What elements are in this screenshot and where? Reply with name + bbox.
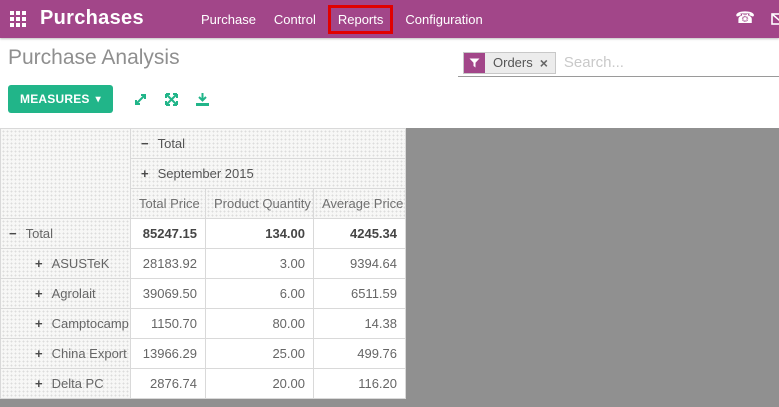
page-title: Purchase Analysis [8, 46, 180, 70]
row-label: Total [26, 226, 53, 241]
main-menu: Purchase Control Reports Configuration [192, 0, 492, 38]
cell-average-price: 4245.34 [314, 219, 406, 249]
row-label: Delta PC [52, 376, 104, 391]
facet-label: Orders [485, 53, 539, 73]
menu-item-configuration[interactable]: Configuration [396, 7, 491, 32]
expand-icon: + [35, 286, 43, 301]
measure-header-average-price[interactable]: Average Price [314, 189, 406, 219]
col-group-total-label: Total [158, 136, 185, 151]
cell-product-quantity: 6.00 [206, 279, 314, 309]
expand-all-icon[interactable] [156, 88, 187, 111]
col-group-row-total: −Total [1, 129, 406, 159]
cell-average-price: 499.76 [314, 339, 406, 369]
row-label: ASUSTeK [52, 256, 110, 271]
collapse-icon: − [9, 226, 17, 241]
flip-axis-icon[interactable] [125, 88, 156, 111]
expand-icon: + [141, 166, 149, 181]
expand-icon: + [35, 346, 43, 361]
table-row-china-export: + China Export 13966.29 25.00 499.76 [1, 339, 406, 369]
table-row-asustek: + ASUSTeK 28183.92 3.00 9394.64 [1, 249, 406, 279]
col-group-september-2015[interactable]: + September 2015 [131, 159, 406, 189]
measures-button[interactable]: MEASURES ▾ [8, 85, 113, 113]
expand-icon: + [35, 376, 43, 391]
row-header-camptocamp[interactable]: + Camptocamp [1, 309, 131, 339]
cell-total-price: 39069.50 [131, 279, 206, 309]
measure-header-product-quantity[interactable]: Product Quantity [206, 189, 314, 219]
app-title: Purchases [40, 7, 144, 30]
cell-average-price: 9394.64 [314, 249, 406, 279]
cell-total-price: 1150.70 [131, 309, 206, 339]
chevron-down-icon: ▾ [96, 94, 101, 105]
cell-product-quantity: 134.00 [206, 219, 314, 249]
apps-menu-icon[interactable] [10, 11, 27, 28]
expand-icon: + [35, 256, 43, 271]
cell-total-price: 13966.29 [131, 339, 206, 369]
cell-average-price: 6511.59 [314, 279, 406, 309]
cell-total-price: 2876.74 [131, 369, 206, 399]
pivot-corner-cell [1, 129, 131, 219]
measure-header-total-price[interactable]: Total Price [131, 189, 206, 219]
row-label: Camptocamp [52, 316, 129, 331]
messages-icon[interactable] [771, 13, 779, 25]
cell-product-quantity: 3.00 [206, 249, 314, 279]
facet-remove-icon[interactable]: × [539, 53, 555, 73]
search-input[interactable] [556, 54, 779, 71]
cell-average-price: 14.38 [314, 309, 406, 339]
cell-product-quantity: 20.00 [206, 369, 314, 399]
table-row-total: −Total 85247.15 134.00 4245.34 [1, 219, 406, 249]
cell-product-quantity: 25.00 [206, 339, 314, 369]
systray: ☎ [735, 0, 779, 38]
cell-product-quantity: 80.00 [206, 309, 314, 339]
menu-item-purchase[interactable]: Purchase [192, 7, 265, 32]
search-view: Orders × [458, 49, 779, 77]
filter-funnel-icon [464, 53, 485, 73]
row-header-agrolait[interactable]: + Agrolait [1, 279, 131, 309]
table-row-agrolait: + Agrolait 39069.50 6.00 6511.59 [1, 279, 406, 309]
row-label: China Export [52, 346, 127, 361]
row-header-asustek[interactable]: + ASUSTeK [1, 249, 131, 279]
cell-total-price: 85247.15 [131, 219, 206, 249]
row-header-delta-pc[interactable]: + Delta PC [1, 369, 131, 399]
measures-button-label: MEASURES [20, 92, 90, 106]
menu-item-reports[interactable]: Reports [328, 5, 394, 34]
pivot-toolbar: MEASURES ▾ [8, 85, 218, 113]
table-row-delta-pc: + Delta PC 2876.74 20.00 116.20 [1, 369, 406, 399]
row-label: Agrolait [52, 286, 96, 301]
odoo-window: Purchases Purchase Control Reports Confi… [0, 0, 779, 407]
col-group-month-label: September 2015 [158, 166, 254, 181]
cell-average-price: 116.20 [314, 369, 406, 399]
col-group-total[interactable]: −Total [131, 129, 406, 159]
expand-icon: + [35, 316, 43, 331]
menu-item-control[interactable]: Control [265, 7, 325, 32]
phone-icon[interactable]: ☎ [735, 11, 755, 27]
collapse-icon: − [141, 136, 149, 151]
row-header-china-export[interactable]: + China Export [1, 339, 131, 369]
download-icon[interactable] [187, 88, 218, 111]
table-row-camptocamp: + Camptocamp 1150.70 80.00 14.38 [1, 309, 406, 339]
pivot-table: −Total +September 2015 Total Price Produ… [0, 128, 406, 399]
cell-total-price: 28183.92 [131, 249, 206, 279]
search-facet-orders[interactable]: Orders × [463, 52, 556, 74]
top-navbar: Purchases Purchase Control Reports Confi… [0, 0, 779, 38]
row-header-total[interactable]: −Total [1, 219, 131, 249]
